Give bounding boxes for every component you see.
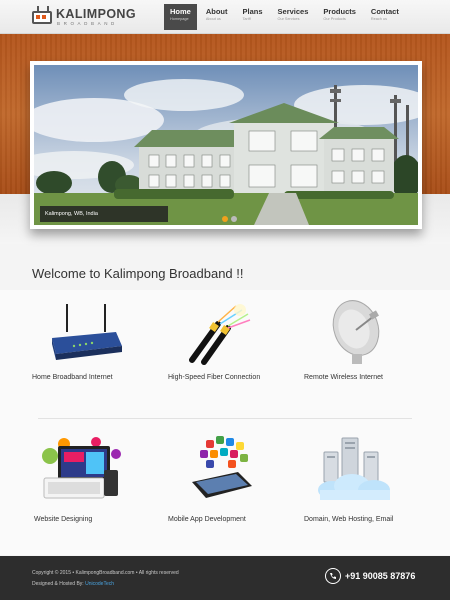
nav-label: Services: [277, 7, 309, 16]
service-label[interactable]: Domain, Web Hosting, Email: [304, 516, 393, 523]
nav-contact[interactable]: Contact Reach us: [365, 4, 405, 30]
slider-dot-2[interactable]: [231, 216, 237, 222]
slide-image: Kalimpong, WB, India: [34, 65, 418, 225]
welcome-heading: Welcome to Kalimpong Broadband !!: [32, 266, 244, 281]
service-label[interactable]: Mobile App Development: [168, 516, 246, 523]
nav-label: Products: [323, 7, 356, 16]
web-design-icon[interactable]: [34, 436, 124, 506]
designed-by: Designed & Hosted By: UnicodeTech: [32, 581, 114, 587]
nav-sublabel: Our Products: [323, 17, 346, 21]
slider-pagination: [222, 216, 240, 222]
nav-services[interactable]: Services Our Services: [272, 4, 315, 30]
main-nav: Home Homepage About About us Plans Tarif…: [164, 4, 408, 30]
brand-name: KALIMPONG: [56, 7, 136, 21]
phone-contact[interactable]: +91 90085 87876: [325, 568, 415, 584]
brand-logo[interactable]: KALIMPONG BROADBAND: [32, 6, 144, 28]
nav-label: About: [205, 7, 228, 16]
image-slider[interactable]: Kalimpong, WB, India: [30, 61, 422, 229]
designed-by-label: Designed & Hosted By:: [32, 581, 84, 587]
kalimpong-building-photo: [34, 65, 418, 225]
phone-icon: [325, 568, 341, 584]
copyright-text: Copyright © 2015 • KalimpongBroadband.co…: [32, 570, 179, 576]
slide-caption: Kalimpong, WB, India: [40, 206, 168, 222]
router-icon[interactable]: [40, 298, 130, 368]
satellite-dish-icon[interactable]: [318, 296, 408, 366]
nav-home[interactable]: Home Homepage: [164, 4, 197, 30]
nav-sublabel: Reach us: [370, 17, 387, 21]
service-label[interactable]: High-Speed Fiber Connection: [168, 374, 260, 381]
service-label[interactable]: Website Designing: [34, 516, 92, 523]
router-logo-icon: [32, 6, 52, 24]
nav-label: Contact: [370, 7, 399, 16]
header: KALIMPONG BROADBAND Home Homepage About …: [0, 0, 450, 34]
slider-dot-1[interactable]: [222, 216, 228, 222]
designer-link[interactable]: UnicodeTech: [85, 581, 114, 587]
nav-label: Home: [170, 7, 191, 16]
mobile-apps-icon[interactable]: [178, 434, 268, 504]
section-divider: [38, 418, 412, 419]
phone-number: +91 90085 87876: [345, 571, 416, 581]
nav-about[interactable]: About About us: [200, 4, 234, 30]
fiber-cable-icon[interactable]: [178, 296, 268, 366]
nav-sublabel: Homepage: [170, 17, 189, 21]
nav-products[interactable]: Products Our Products: [317, 4, 362, 30]
service-label[interactable]: Home Broadband Internet: [32, 374, 113, 381]
nav-sublabel: Tariff: [242, 17, 251, 21]
nav-sublabel: Our Services: [277, 17, 300, 21]
nav-plans[interactable]: Plans Tariff: [237, 4, 269, 30]
service-label[interactable]: Remote Wireless Internet: [304, 374, 383, 381]
nav-sublabel: About us: [205, 17, 221, 21]
brand-tagline: BROADBAND: [57, 21, 118, 26]
cloud-hosting-icon[interactable]: [312, 432, 402, 502]
nav-label: Plans: [242, 7, 263, 16]
